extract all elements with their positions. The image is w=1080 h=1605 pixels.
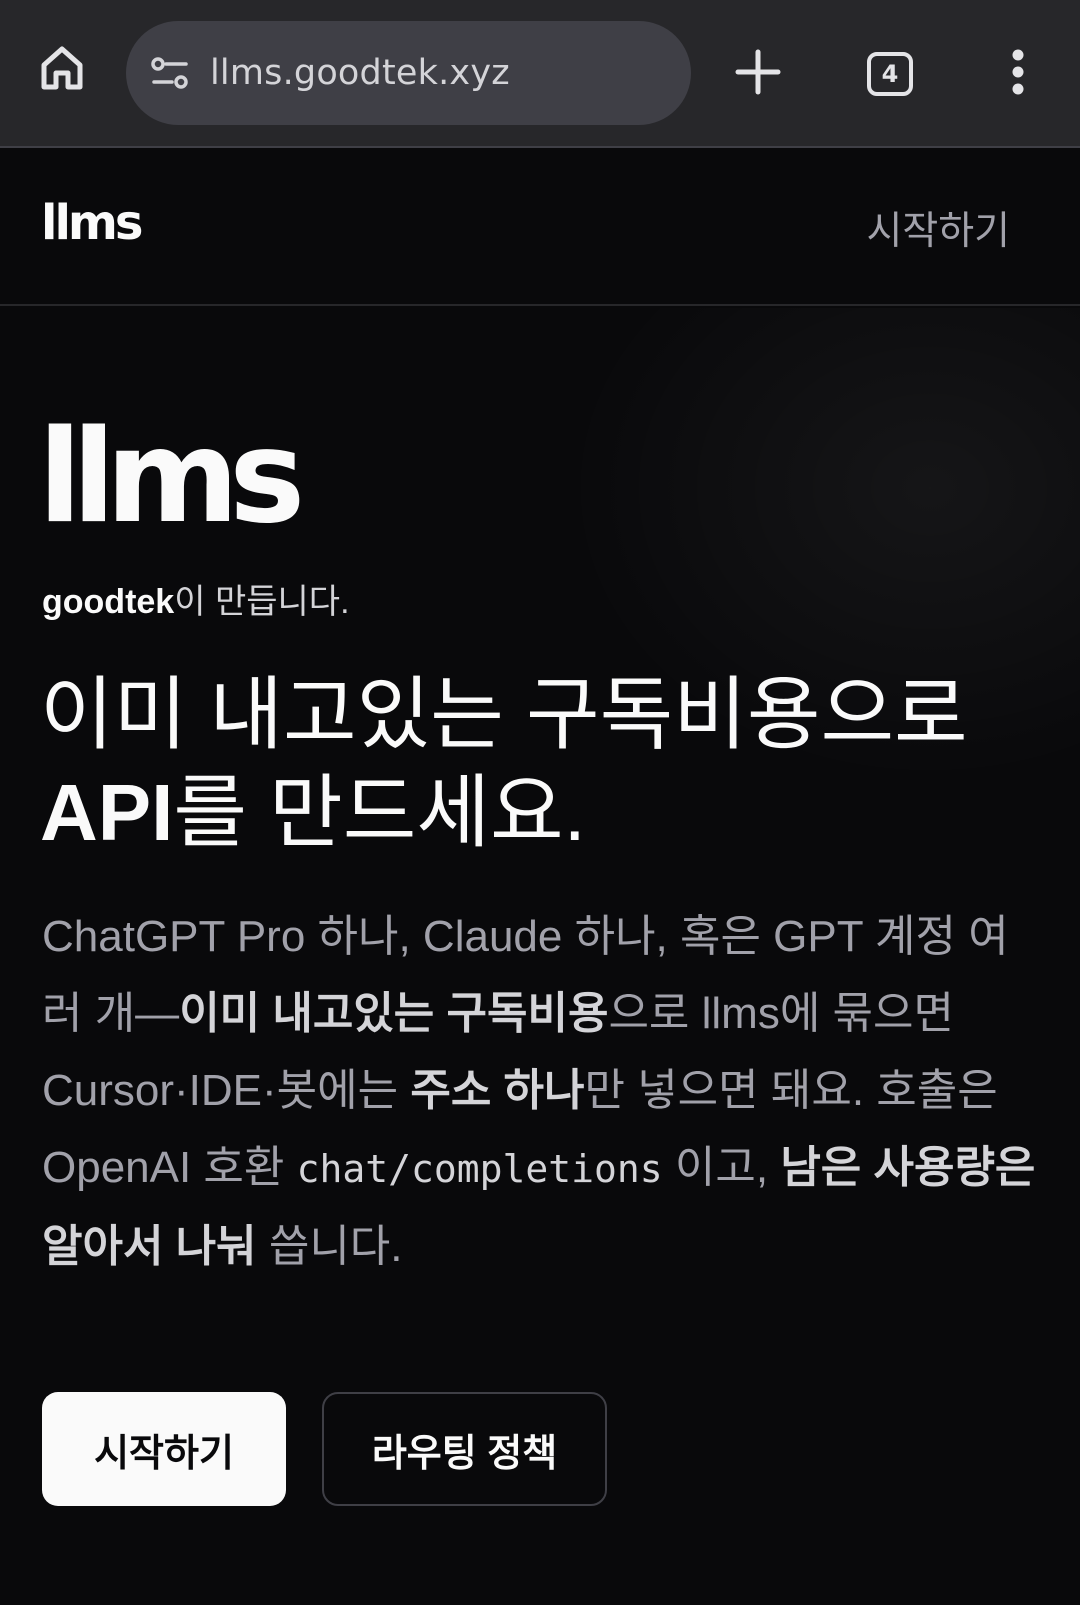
home-button[interactable]: [30, 38, 94, 102]
headline-line1: 이미 내고있는 구독비용으로: [40, 670, 968, 759]
url-text: llms.goodtek.xyz: [210, 53, 510, 93]
more-menu-button[interactable]: [986, 42, 1050, 106]
start-button[interactable]: 시작하기: [42, 1392, 286, 1506]
home-icon: [38, 43, 86, 98]
desc-bold-2: 주소 하나: [410, 1066, 585, 1115]
browser-toolbar: llms.goodtek.xyz 4: [0, 0, 1080, 148]
tab-switcher-icon: 4: [867, 52, 913, 96]
made-by-suffix: 이 만듭니다.: [174, 583, 350, 621]
nav-start-link[interactable]: 시작하기: [866, 200, 1010, 256]
tab-count: 4: [881, 60, 899, 88]
new-tab-button[interactable]: [726, 42, 790, 106]
desc-bold-1: 이미 내고있는 구독비용: [179, 989, 609, 1038]
desc-code: chat/completions: [296, 1147, 663, 1191]
site-info-icon[interactable]: [148, 51, 192, 95]
desc-text-4: 이고,: [662, 1143, 781, 1192]
made-by-brand: goodtek: [42, 583, 175, 621]
address-bar[interactable]: llms.goodtek.xyz: [126, 21, 691, 125]
site-header: llms 시작하기: [0, 150, 1080, 306]
made-by-line: goodtek이 만듭니다.: [42, 574, 350, 623]
hero-description: ChatGPT Pro 하나, Claude 하나, 혹은 GPT 계정 여러 …: [42, 898, 1042, 1285]
plus-icon: [735, 49, 781, 100]
routing-policy-button[interactable]: 라우팅 정책: [322, 1392, 607, 1506]
desc-text-5: 씁니다.: [256, 1222, 403, 1271]
hero-logo: llms: [38, 403, 305, 552]
site-logo[interactable]: llms: [41, 195, 143, 251]
tab-switcher-button[interactable]: 4: [858, 44, 922, 104]
hero-headline: 이미 내고있는 구독비용으로 API를 만드세요.: [40, 666, 1050, 862]
more-vert-icon: [1011, 49, 1025, 100]
headline-api: API: [40, 768, 174, 857]
headline-line2-rest: 를 만드세요.: [173, 768, 586, 857]
